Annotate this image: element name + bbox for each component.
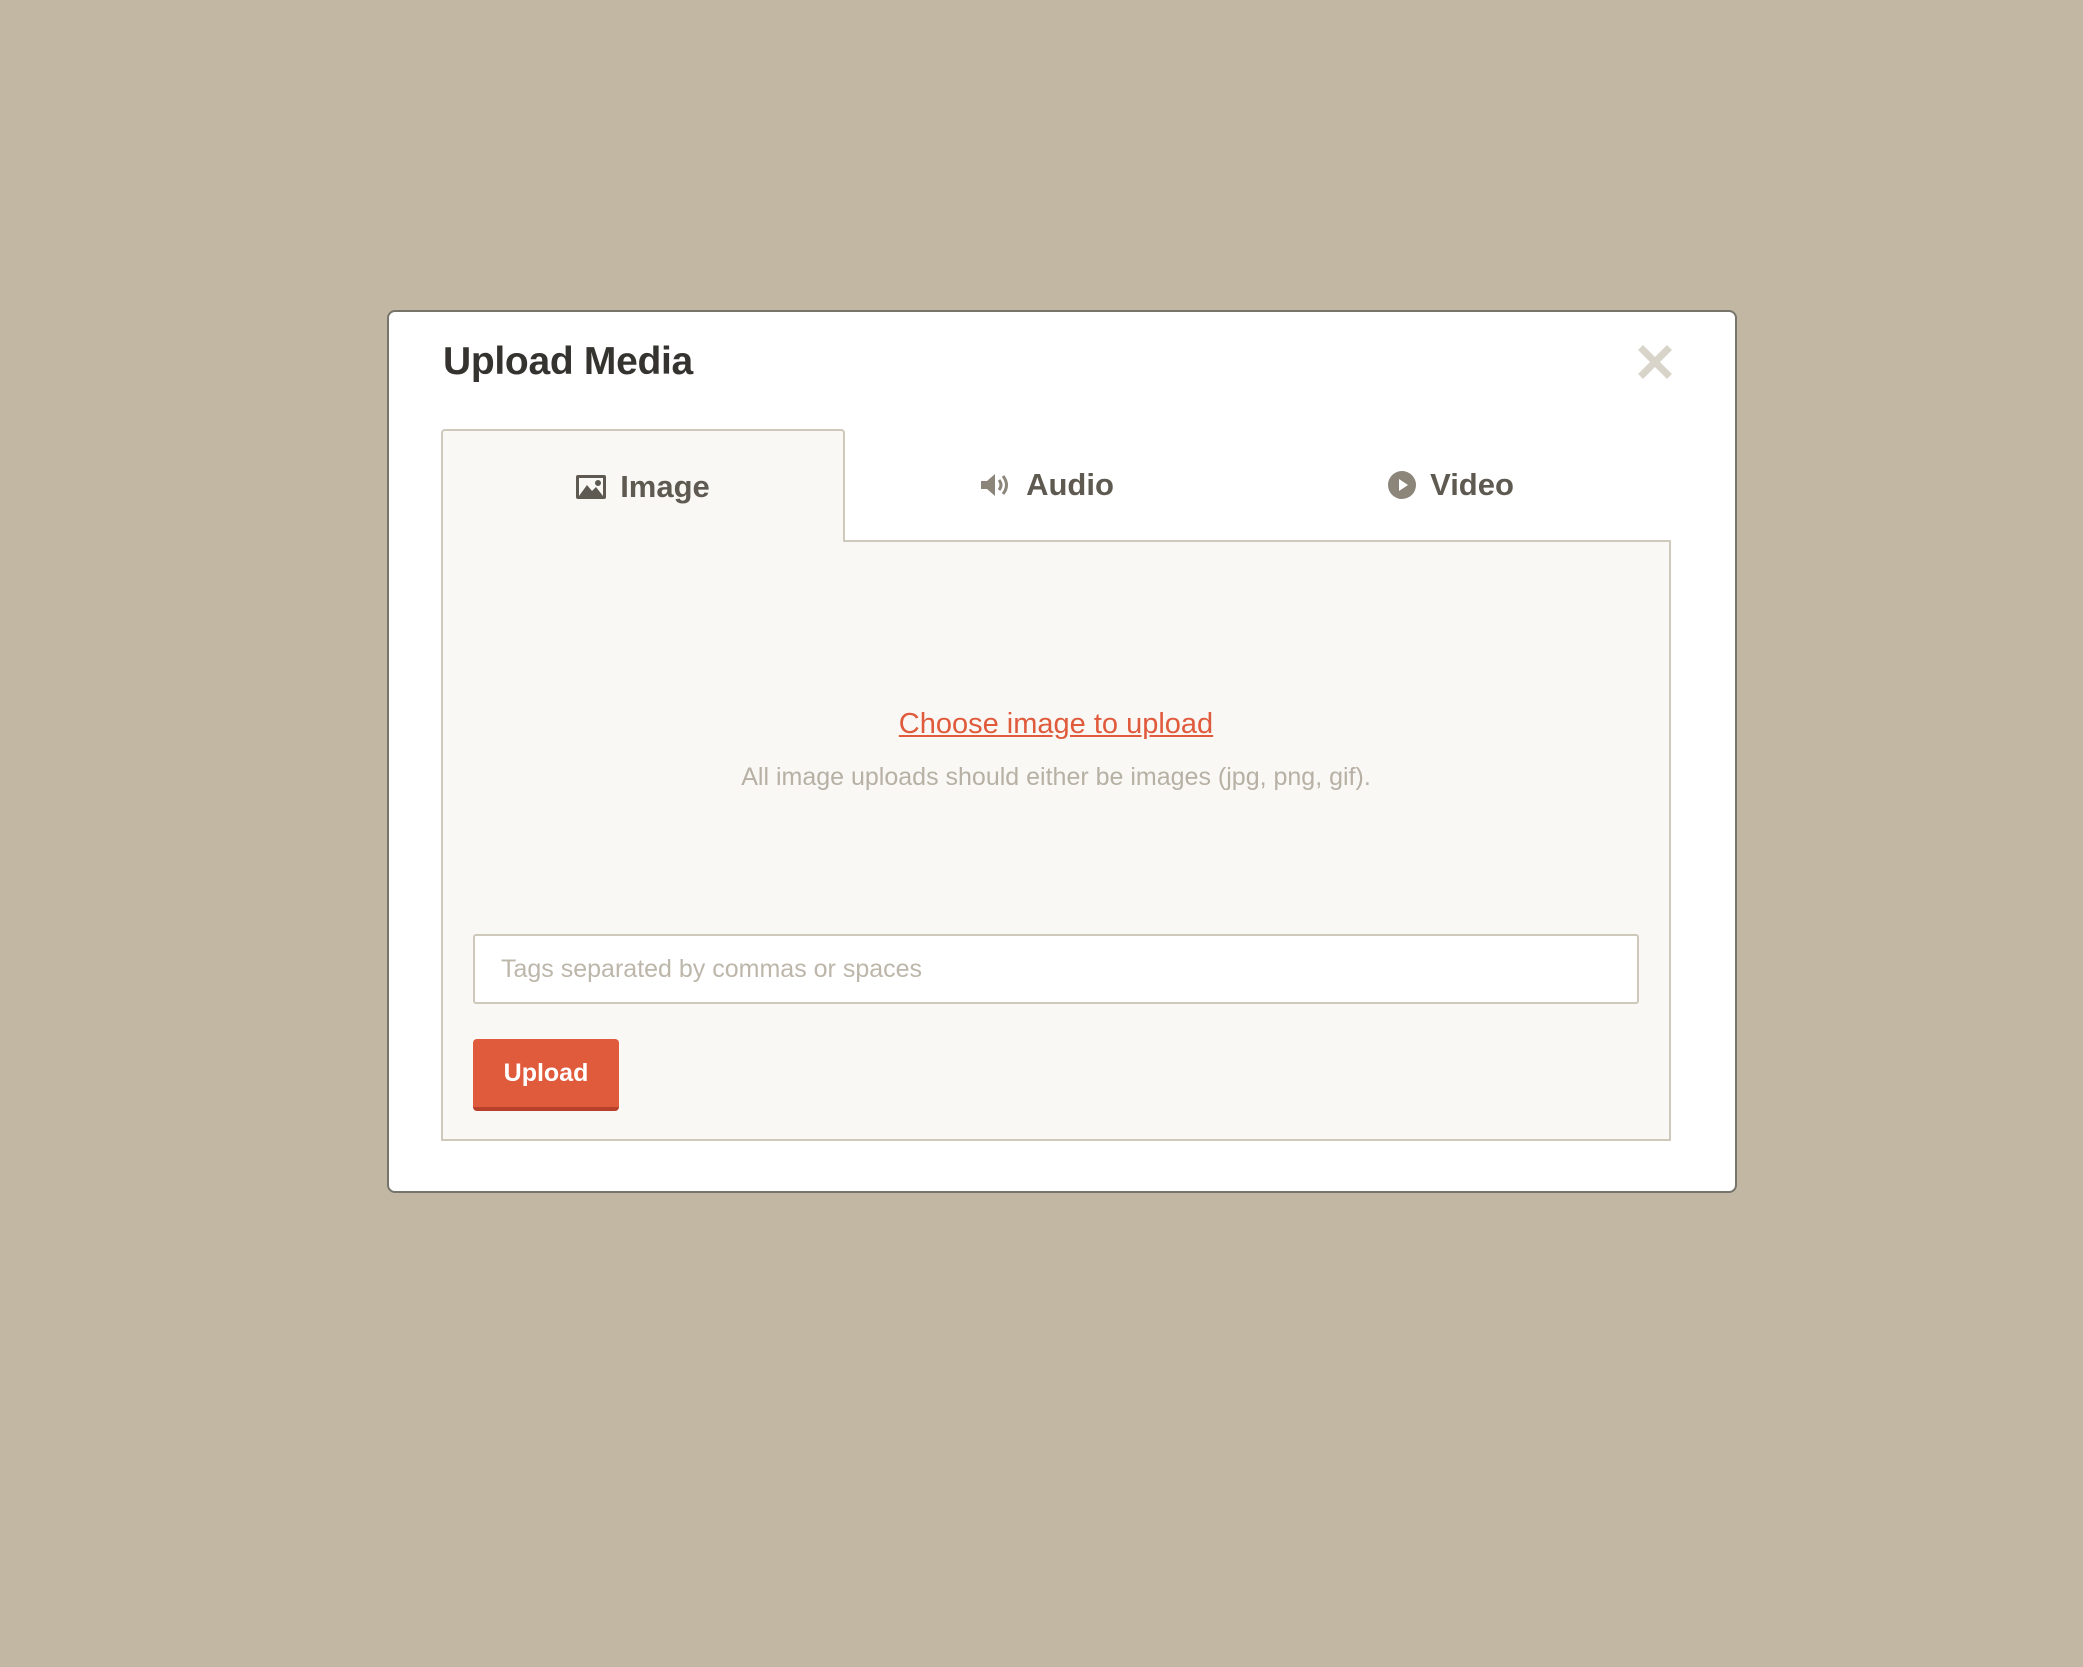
speaker-icon: [980, 472, 1012, 498]
choose-image-link[interactable]: Choose image to upload: [443, 708, 1669, 741]
tab-video-label: Video: [1430, 467, 1514, 502]
upload-media-dialog: Upload Media Image Audio Video Choose im…: [387, 310, 1737, 1193]
tab-video[interactable]: Video: [1249, 429, 1653, 541]
play-circle-icon: [1388, 471, 1417, 499]
tab-audio[interactable]: Audio: [845, 429, 1249, 541]
upload-hint: All image uploads should either be image…: [741, 763, 1371, 791]
image-upload-panel: Choose image to upload All image uploads…: [441, 540, 1671, 1141]
close-x-icon: [1638, 345, 1672, 379]
media-type-tabs: Image Audio Video: [441, 429, 1671, 542]
tags-input[interactable]: [473, 934, 1639, 1004]
tab-image-label: Image: [620, 468, 710, 504]
tab-audio-label: Audio: [1026, 467, 1114, 502]
tab-image[interactable]: Image: [441, 429, 845, 542]
image-icon: [576, 474, 607, 499]
upload-button[interactable]: Upload: [473, 1039, 619, 1111]
dialog-title: Upload Media: [443, 340, 693, 383]
close-button[interactable]: [1635, 342, 1675, 382]
